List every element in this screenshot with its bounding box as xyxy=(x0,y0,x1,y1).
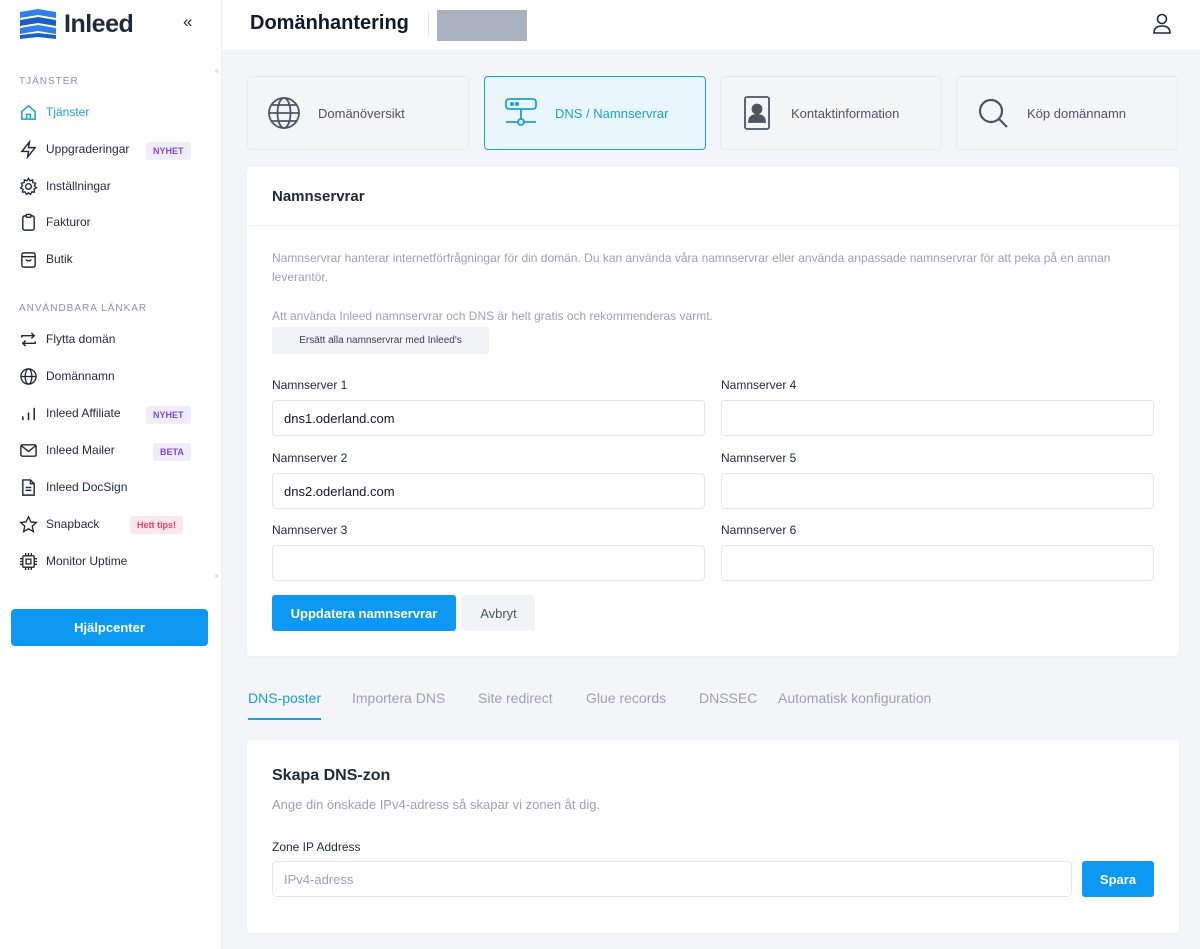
sidebar-item-label: Inleed DocSign xyxy=(46,480,128,494)
sidebar-item-label: Domännamn xyxy=(46,369,115,383)
nameservers-description: Namnservrar hanterar internetförfrågning… xyxy=(272,251,1111,284)
sidebar-item-domain-names[interactable]: Domännamn xyxy=(19,364,115,388)
card-title: Namnservrar xyxy=(272,188,365,205)
tab-label: Domänöversikt xyxy=(318,105,405,121)
beta-badge: BETA xyxy=(153,443,191,461)
sidebar-item-label: Snapback xyxy=(46,517,100,531)
server-icon xyxy=(505,98,537,126)
brand-name: Inleed xyxy=(64,9,134,38)
nameserver-1-label: Namnserver 1 xyxy=(272,378,348,392)
nameserver-4-label: Namnserver 4 xyxy=(721,378,797,392)
zone-ip-input[interactable] xyxy=(272,861,1072,897)
sidebar-item-snapback[interactable]: Snapback xyxy=(19,512,99,536)
home-icon xyxy=(19,103,38,122)
card-title: Skapa DNS-zon xyxy=(272,767,391,784)
transfer-icon xyxy=(19,330,38,349)
nameserver-2-label: Namnserver 2 xyxy=(272,451,348,465)
sidebar-item-services[interactable]: Tjänster xyxy=(19,100,89,124)
page-header: Domänhantering xyxy=(222,0,1200,51)
redacted-domain-name xyxy=(437,10,527,41)
sidebar-item-label: Inställningar xyxy=(46,179,111,193)
save-button[interactable]: Spara xyxy=(1082,861,1154,897)
cancel-button[interactable]: Avbryt xyxy=(462,595,535,631)
clipboard-icon xyxy=(19,213,38,232)
tab-dnssec[interactable]: DNSSEC xyxy=(699,690,757,720)
sidebar-item-label: Flytta domän xyxy=(46,332,116,346)
divider xyxy=(247,225,1179,226)
sidebar-item-affiliate[interactable]: Inleed Affiliate xyxy=(19,401,121,425)
tab-glue-records[interactable]: Glue records xyxy=(586,690,666,720)
sidebar-item-label: Monitor Uptime xyxy=(46,554,128,568)
chip-icon xyxy=(19,552,38,571)
star-icon xyxy=(19,514,38,534)
scrollbar-indicator xyxy=(215,574,219,578)
nameserver-3-input[interactable] xyxy=(272,545,705,581)
tab-automatic-configuration[interactable]: Automatisk konfiguration xyxy=(778,690,931,720)
contact-icon xyxy=(744,96,770,130)
sidebar-item-shop[interactable]: Butik xyxy=(19,247,73,271)
nameservers-recommendation: Att använda Inleed namnservrar och DNS ä… xyxy=(272,309,713,323)
bars-icon xyxy=(19,404,38,423)
sidebar-item-upgrades[interactable]: Uppgraderingar xyxy=(19,137,129,161)
tab-dns-records[interactable]: DNS-poster xyxy=(248,690,322,720)
page-title: Domänhantering xyxy=(250,12,409,34)
logo-icon xyxy=(20,9,56,39)
nameserver-3-label: Namnserver 3 xyxy=(272,523,348,537)
bag-icon xyxy=(19,250,38,269)
search-icon xyxy=(978,98,1008,128)
user-icon[interactable] xyxy=(1151,12,1173,36)
tab-import-dns[interactable]: Importera DNS xyxy=(352,690,445,720)
tab-label: Köp domännamn xyxy=(1027,105,1127,121)
sidebar-item-label: Inleed Mailer xyxy=(46,443,115,457)
sidebar-item-label: Uppgraderingar xyxy=(46,142,130,156)
document-icon xyxy=(19,478,38,497)
tab-site-redirect[interactable]: Site redirect xyxy=(478,690,553,720)
tab-contact-information[interactable]: Kontaktinformation xyxy=(720,76,942,150)
replace-all-nameservers-button[interactable]: Ersätt alla namnservrar med Inleed's xyxy=(272,327,489,354)
section-heading-links: ANVÄNDBARA LÄNKAR xyxy=(19,303,148,314)
sidebar-item-transfer-domain[interactable]: Flytta domän xyxy=(19,327,115,351)
new-badge: NYHET xyxy=(146,142,191,160)
update-nameservers-button[interactable]: Uppdatera namnservrar xyxy=(272,595,456,631)
sidebar-item-label: Inleed Affiliate xyxy=(46,406,121,420)
sidebar: Inleed « TJÄNSTER Tjänster Uppgraderinga… xyxy=(0,0,222,949)
new-badge: NYHET xyxy=(146,406,191,424)
create-dns-zone-card: Skapa DNS-zon Ange din önskade IPv4-adre… xyxy=(247,740,1179,933)
nameserver-6-label: Namnserver 6 xyxy=(721,523,797,537)
globe-icon xyxy=(19,367,38,386)
tab-label: DNS / Namnservrar xyxy=(555,105,669,121)
tab-dns-nameservers[interactable]: DNS / Namnservrar xyxy=(484,76,706,150)
title-divider xyxy=(428,12,429,36)
nameservers-card: Namnservrar Namnservrar hanterar interne… xyxy=(247,167,1179,656)
brand-logo[interactable]: Inleed xyxy=(18,8,134,40)
nameserver-5-input[interactable] xyxy=(721,473,1154,509)
nameserver-1-input[interactable] xyxy=(272,400,705,436)
zone-ip-label: Zone IP Address xyxy=(272,840,361,854)
tab-domain-overview[interactable]: Domänöversikt xyxy=(247,76,469,150)
bolt-icon xyxy=(19,139,38,159)
hot-tip-badge: Hett tips! xyxy=(130,516,183,534)
help-center-button[interactable]: Hjälpcenter xyxy=(11,609,208,646)
nameserver-5-label: Namnserver 5 xyxy=(721,451,797,465)
scrollbar-indicator xyxy=(215,69,219,73)
globe-icon xyxy=(268,97,300,129)
gear-icon xyxy=(19,176,38,196)
sidebar-item-invoices[interactable]: Fakturor xyxy=(19,210,91,234)
sidebar-item-docsign[interactable]: Inleed DocSign xyxy=(19,475,127,499)
sidebar-item-monitor-uptime[interactable]: Monitor Uptime xyxy=(19,549,127,573)
section-heading-services: TJÄNSTER xyxy=(19,76,79,87)
sidebar-item-label: Fakturor xyxy=(46,215,91,229)
mail-icon xyxy=(19,441,38,460)
sidebar-item-settings[interactable]: Inställningar xyxy=(19,174,111,198)
tab-buy-domain[interactable]: Köp domännamn xyxy=(956,76,1178,150)
sidebar-item-mailer[interactable]: Inleed Mailer xyxy=(19,438,115,462)
tab-label: Kontaktinformation xyxy=(791,105,900,121)
nameserver-6-input[interactable] xyxy=(721,545,1154,581)
zone-description: Ange din önskade IPv4-adress så skapar v… xyxy=(272,797,601,812)
nameserver-4-input[interactable] xyxy=(721,400,1154,436)
nameserver-2-input[interactable] xyxy=(272,473,705,509)
sidebar-item-label: Tjänster xyxy=(46,105,90,119)
collapse-sidebar-button[interactable]: « xyxy=(183,12,192,32)
sidebar-item-label: Butik xyxy=(46,252,73,266)
